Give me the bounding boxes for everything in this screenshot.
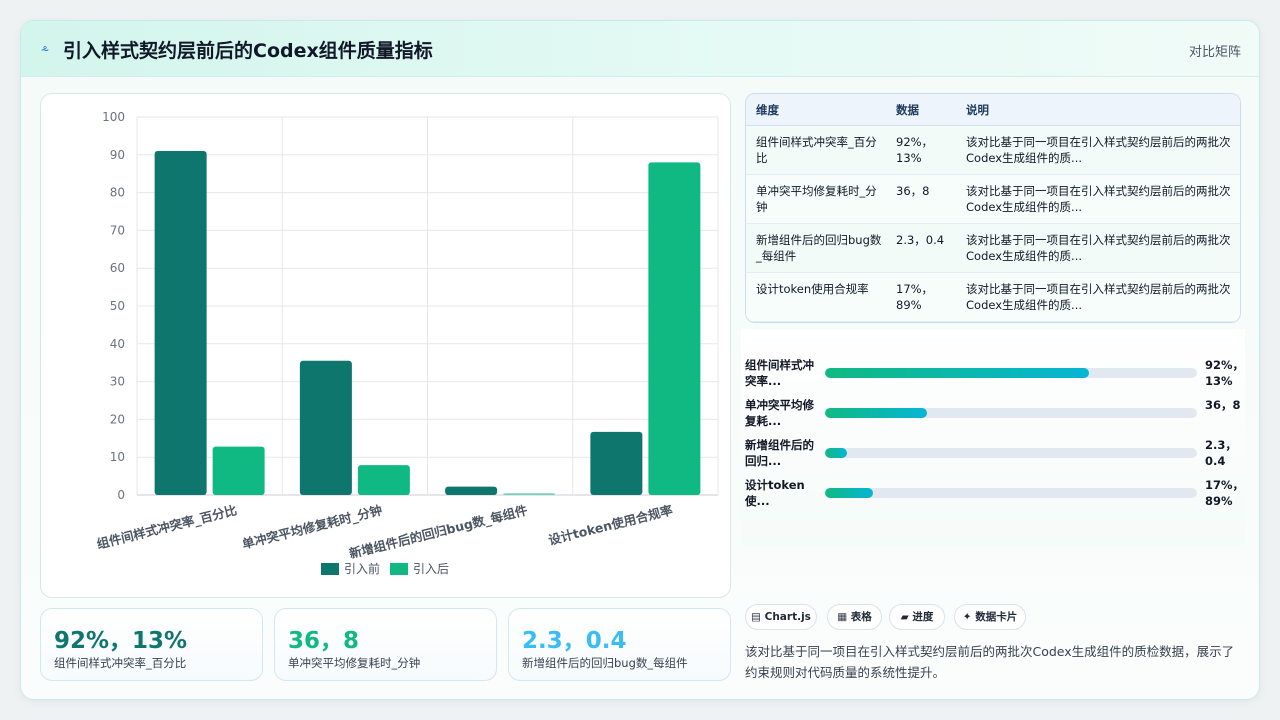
- tag-progress[interactable]: ▰ 进度: [889, 604, 945, 630]
- y-tick-label: 20: [110, 412, 125, 426]
- bar-before: [299, 360, 352, 495]
- y-tick-label: 50: [110, 299, 125, 313]
- cell-description: 该对比基于同一项目在引入样式契约层前后的两批次Codex生成组件的质...: [966, 184, 1231, 214]
- bar-before: [154, 151, 207, 495]
- stat-card: 36，8 单冲突平均修复耗时_分钟: [274, 608, 497, 681]
- progress-fill: [825, 448, 848, 458]
- stat-value: 92%，13%: [54, 628, 188, 654]
- header-desc: 说明: [966, 103, 989, 117]
- bar-before: [590, 431, 643, 495]
- legend-label: 引入前: [344, 561, 380, 576]
- table-row: 单冲突平均修复耗时_分钟 36，8 该对比基于同一项目在引入样式契约层前后的两批次C…: [746, 175, 1240, 224]
- cell-description: 该对比基于同一项目在引入样式契约层前后的两批次Codex生成组件的质...: [966, 282, 1231, 312]
- y-tick-label: 10: [110, 450, 125, 464]
- table-header: 维度 数据 说明: [746, 94, 1240, 126]
- x-tick-label: 组件间样式冲突率_百分比: [95, 502, 239, 552]
- cell-dimension: 组件间样式冲突率_百分比: [756, 135, 877, 165]
- tag-table[interactable]: ▦ 表格: [827, 604, 882, 630]
- cell-dimension: 设计token使用合规率: [756, 282, 869, 296]
- y-tick-label: 100: [102, 110, 125, 124]
- progress-value: 36，8: [1205, 398, 1241, 412]
- progress-fill: [825, 368, 1090, 378]
- y-tick-label: 40: [110, 337, 125, 351]
- stat-value: 2.3，0.4: [522, 628, 627, 654]
- progress-row: 新增组件后的回归... 2.3，0.4: [741, 437, 1245, 477]
- progress-track: [825, 448, 1197, 458]
- cell-dimension: 新增组件后的回归bug数_每组件: [756, 233, 882, 263]
- progress-value: 17%，89%: [1205, 478, 1245, 508]
- bar-chart-card: 0 10 20 30 40 50 60 70 80 90 100 组件间样式冲突率_百分比 单冲突平均修…: [40, 93, 731, 598]
- header-bar: ⸛ 引入样式契约层前后的Codex组件质量指标 对比矩阵: [21, 21, 1259, 77]
- cell-data: 36，8: [896, 184, 930, 198]
- progress-label: 组件间样式冲突率...: [745, 358, 814, 388]
- y-tick-label: 0: [117, 488, 125, 502]
- progress-label: 单冲突平均修复耗...: [745, 398, 814, 428]
- bar-before: [445, 486, 498, 495]
- progress-fill: [825, 408, 928, 418]
- tag-chart[interactable]: ▤ Chart.js: [745, 604, 817, 630]
- progress-row: 组件间样式冲突率... 92%，13%: [741, 357, 1245, 397]
- progress-label: 新增组件后的回归...: [745, 438, 814, 468]
- tag-card[interactable]: ✦ 数据卡片: [954, 604, 1026, 630]
- cell-dimension: 单冲突平均修复耗时_分钟: [756, 184, 877, 214]
- x-tick-label: 设计token使用合规率: [547, 502, 675, 548]
- progress-track: [825, 488, 1197, 498]
- bar-after: [212, 446, 265, 495]
- header-data: 数据: [896, 103, 919, 117]
- progress-track: [825, 368, 1197, 378]
- progress-value: 92%，13%: [1205, 358, 1245, 388]
- cell-description: 该对比基于同一项目在引入样式契约层前后的两批次Codex生成组件的质...: [966, 233, 1231, 263]
- progress-row: 单冲突平均修复耗... 36，8: [741, 397, 1245, 437]
- cell-data: 17%，89%: [896, 282, 934, 312]
- progress-label: 设计token使...: [745, 478, 805, 508]
- header-dim: 维度: [756, 103, 779, 117]
- table-row: 新增组件后的回归bug数_每组件 2.3，0.4 该对比基于同一项目在引入样式契约层…: [746, 224, 1240, 273]
- legend-label: 引入后: [413, 562, 449, 576]
- progress-panel: 组件间样式冲突率... 92%，13% 单冲突平均修复耗... 36，8 新增组件后的回…: [741, 329, 1245, 545]
- cell-data: 2.3，0.4: [896, 233, 945, 247]
- view-mode-label[interactable]: 对比矩阵: [1189, 41, 1241, 60]
- stat-label: 组件间样式冲突率_百分比: [54, 656, 187, 670]
- stat-label: 单冲突平均修复耗时_分钟: [288, 656, 421, 670]
- progress-fill: [825, 488, 874, 498]
- sparkle-icon: ⸛: [41, 43, 50, 59]
- bar-after: [503, 493, 556, 495]
- stat-card: 2.3，0.4 新增组件后的回归bug数_每组件: [508, 608, 731, 681]
- y-tick-label: 70: [110, 223, 125, 237]
- cell-data: 92%，13%: [896, 135, 934, 165]
- table-row: 设计token使用合规率 17%，89% 该对比基于同一项目在引入样式契约层前后的两…: [746, 273, 1240, 322]
- progress-row: 设计token使... 17%，89%: [741, 477, 1245, 517]
- legend-swatch: [390, 563, 408, 575]
- bar-chart: 0102030405060708090100组件间样式冲突率_百分比 单冲突平均修…: [95, 110, 719, 576]
- y-tick-label: 90: [110, 148, 125, 162]
- stat-label: 新增组件后的回归bug数_每组件: [522, 656, 688, 670]
- legend-swatch: [321, 563, 339, 575]
- y-tick-label: 80: [110, 186, 125, 200]
- progress-value: 2.3，0.4: [1205, 438, 1237, 468]
- bar-after: [357, 465, 410, 495]
- progress-track: [825, 408, 1197, 418]
- dashboard-frame: ⸛ 引入样式契约层前后的Codex组件质量指标 对比矩阵 0 10 20 30 40 50…: [20, 20, 1260, 700]
- y-tick-label: 60: [110, 261, 125, 275]
- y-tick-label: 30: [110, 375, 125, 389]
- stat-card: 92%，13% 组件间样式冲突率_百分比: [40, 608, 263, 681]
- summary-text: 该对比基于同一项目在引入样式契约层前后的两批次Codex生成组件的质检数据，展示…: [745, 644, 1235, 680]
- data-table: 维度 数据 说明 组件间样式冲突率_百分比 92%，13% 该对比基于同一项目在引入…: [745, 93, 1241, 323]
- bar-after: [648, 162, 701, 496]
- page-title: 引入样式契约层前后的Codex组件质量指标: [63, 40, 433, 62]
- cell-description: 该对比基于同一项目在引入样式契约层前后的两批次Codex生成组件的质...: [966, 135, 1231, 165]
- stat-value: 36，8: [288, 628, 360, 654]
- table-row: 组件间样式冲突率_百分比 92%，13% 该对比基于同一项目在引入样式契约层前后的两…: [746, 126, 1240, 175]
